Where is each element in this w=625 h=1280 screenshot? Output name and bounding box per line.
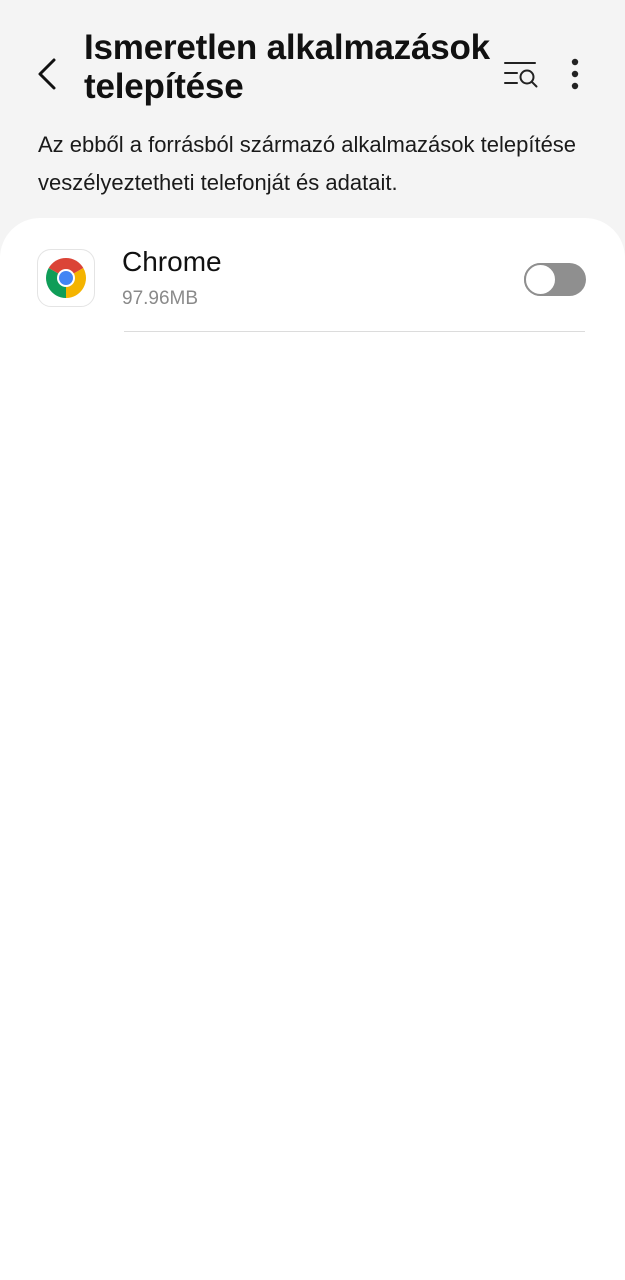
chevron-left-icon — [38, 58, 56, 90]
chrome-icon — [46, 258, 86, 298]
back-button[interactable] — [26, 52, 70, 96]
install-permission-toggle[interactable] — [524, 263, 586, 296]
app-icon-container — [37, 249, 95, 307]
toggle-knob — [524, 263, 557, 296]
list-divider — [124, 331, 585, 332]
search-button[interactable] — [498, 52, 544, 96]
app-bar: Ismeretlen alkalmazások telepítése — [0, 0, 625, 120]
page-title: Ismeretlen alkalmazások telepítése — [84, 28, 490, 106]
app-list-card: Chrome 97.96MB — [0, 218, 625, 1280]
more-options-button[interactable] — [555, 52, 595, 96]
app-size: 97.96MB — [122, 288, 199, 309]
list-search-icon — [504, 62, 538, 88]
more-vertical-icon — [571, 58, 579, 90]
screen: Ismeretlen alkalmazások telepítése Az eb… — [0, 0, 625, 1280]
app-name: Chrome — [122, 246, 222, 277]
app-row-chrome[interactable]: Chrome 97.96MB — [0, 218, 625, 332]
warning-description: Az ebből a forrásból származó alkalmazás… — [38, 132, 577, 195]
